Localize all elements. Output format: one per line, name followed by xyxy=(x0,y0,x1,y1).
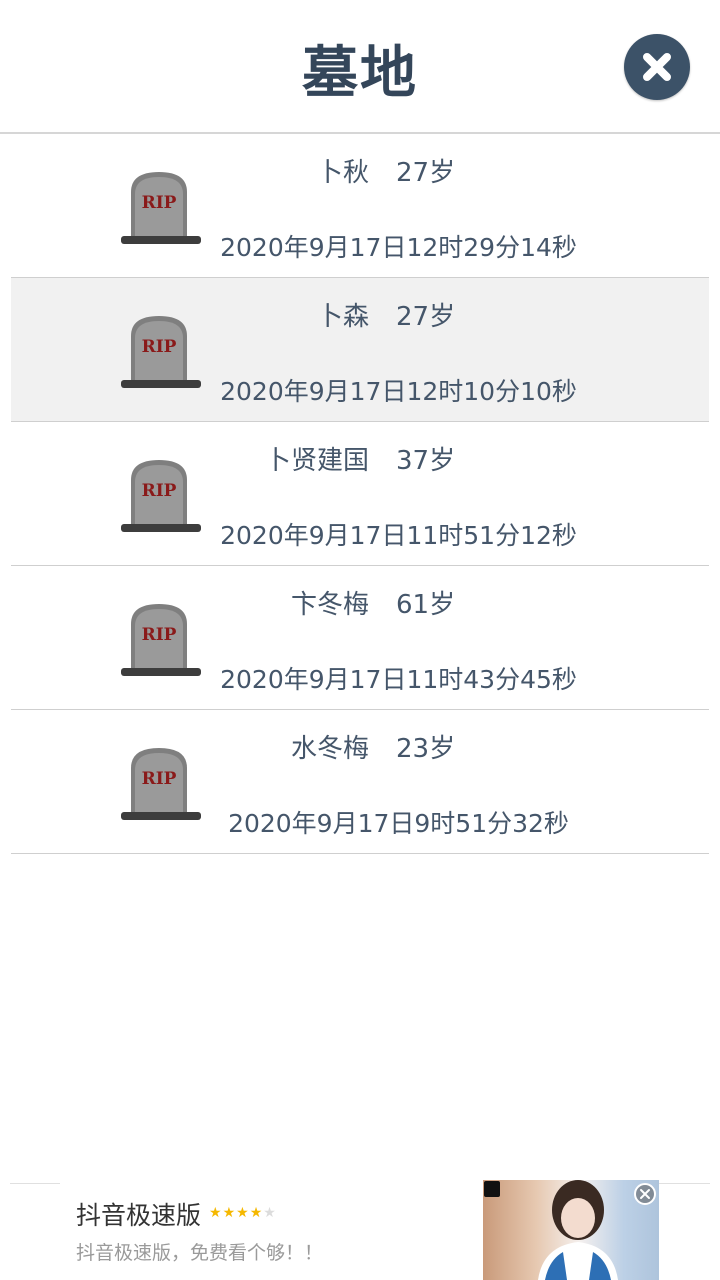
page-title: 墓地 xyxy=(302,41,418,106)
grave-row[interactable]: RIP 卜秋 27岁 2020年9月17日12时29分14秒 xyxy=(11,134,709,278)
grave-row[interactable]: RIP 卞冬梅 61岁 2020年9月17日11时43分45秒 xyxy=(11,566,709,710)
ad-app-name[interactable]: 抖音极速版 xyxy=(76,1196,201,1232)
deceased-age: 27岁 xyxy=(396,158,456,188)
death-time: 2020年9月17日11时43分45秒 xyxy=(220,665,577,694)
star-icon: ★ xyxy=(236,1205,250,1221)
deceased-name: 卜贤建国 xyxy=(264,446,369,476)
deceased-name: 水冬梅 xyxy=(290,734,369,764)
star-icon: ★ xyxy=(263,1205,277,1221)
deceased-name: 卜森 xyxy=(316,302,369,332)
svg-text:RIP: RIP xyxy=(142,625,177,645)
death-time: 2020年9月17日12时29分14秒 xyxy=(220,233,577,262)
ad-photo xyxy=(538,1180,618,1280)
star-icon: ★ xyxy=(222,1205,237,1221)
ad-description[interactable]: 抖音极速版，免费看个够！！ xyxy=(76,1238,323,1265)
app-logo-badge xyxy=(484,1181,500,1197)
deceased-age: 37岁 xyxy=(396,446,456,476)
header: 墓地 xyxy=(0,0,720,132)
star-icon: ★ xyxy=(209,1205,223,1221)
grave-row[interactable]: RIP 水冬梅 23岁 2020年9月17日9时51分32秒 xyxy=(11,710,709,854)
grave-row[interactable]: RIP 卜森 27岁 2020年9月17日12时10分10秒 xyxy=(11,278,709,422)
ad-image[interactable] xyxy=(483,1180,659,1280)
close-icon xyxy=(643,53,671,81)
ad-banner[interactable]: 抖音极速版 ★★★★★ 抖音极速版，免费看个够！！ xyxy=(0,1180,720,1280)
svg-text:RIP: RIP xyxy=(142,193,177,213)
star-icon: ★ xyxy=(249,1205,264,1221)
deceased-age: 61岁 xyxy=(396,590,456,620)
ad-divider xyxy=(10,1183,60,1184)
svg-text:RIP: RIP xyxy=(142,481,177,501)
ad-divider xyxy=(658,1183,710,1184)
grave-row[interactable]: RIP 卜贤建国 37岁 2020年9月17日11时51分12秒 xyxy=(11,422,709,566)
deceased-age: 27岁 xyxy=(396,302,456,332)
svg-text:RIP: RIP xyxy=(142,337,177,357)
ad-close-button[interactable] xyxy=(634,1183,656,1205)
svg-text:RIP: RIP xyxy=(142,769,177,789)
grave-list: RIP 卜秋 27岁 2020年9月17日12时29分14秒 RIP 卜森 27… xyxy=(11,134,709,854)
death-time: 2020年9月17日9时51分32秒 xyxy=(228,809,569,838)
deceased-age: 23岁 xyxy=(396,734,456,764)
ad-rating-stars: ★★★★★ xyxy=(209,1205,277,1221)
ad-close-icon xyxy=(640,1189,650,1199)
death-time: 2020年9月17日12时10分10秒 xyxy=(220,377,577,406)
close-button[interactable] xyxy=(624,34,690,100)
deceased-name: 卜秋 xyxy=(316,158,369,188)
death-time: 2020年9月17日11时51分12秒 xyxy=(220,521,577,550)
deceased-name: 卞冬梅 xyxy=(290,590,369,620)
